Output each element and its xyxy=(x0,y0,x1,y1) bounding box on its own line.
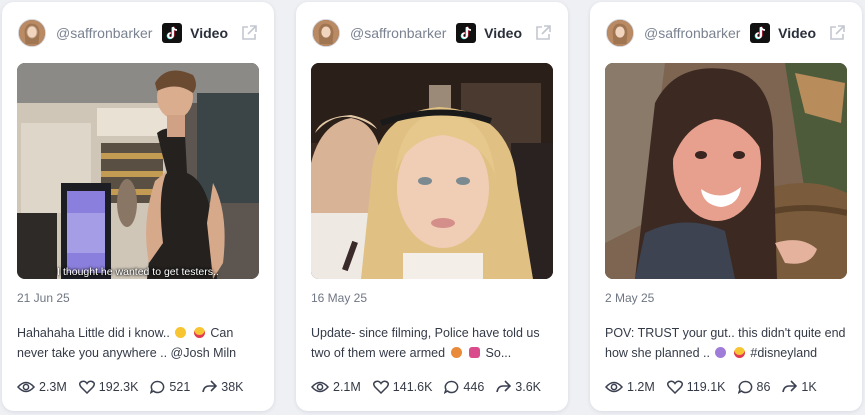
platform-label: Video xyxy=(190,25,228,41)
external-link-icon[interactable] xyxy=(240,24,258,42)
external-link-icon[interactable] xyxy=(828,24,846,42)
card-header: @saffronbarker Video xyxy=(606,18,846,48)
external-link-icon[interactable] xyxy=(534,24,552,42)
screaming-face-emoji xyxy=(715,347,727,358)
views-stat: 1.2M xyxy=(605,380,655,394)
views-count: 2.1M xyxy=(333,380,361,394)
author-handle[interactable]: @saffronbarker xyxy=(644,25,750,41)
platform-label: Video xyxy=(778,25,816,41)
avatar[interactable] xyxy=(312,19,340,47)
avatar[interactable] xyxy=(18,19,46,47)
platform-label: Video xyxy=(484,25,522,41)
post-date: 21 Jun 25 xyxy=(17,291,70,305)
likes-stat: 192.3K xyxy=(78,380,139,394)
post-card[interactable]: @saffronbarker Video xyxy=(296,2,568,411)
share-icon xyxy=(496,380,512,393)
comments-count: 446 xyxy=(463,380,485,394)
stats-row: 2.3M 192.3K 521 38K xyxy=(17,377,264,397)
tiktok-icon xyxy=(162,23,183,43)
likes-count: 192.3K xyxy=(98,380,139,394)
post-text-part: #disneyland xyxy=(750,346,818,360)
heart-icon xyxy=(372,380,389,394)
comments-count: 86 xyxy=(756,380,771,394)
comments-stat: 446 xyxy=(444,380,484,394)
comments-stat: 521 xyxy=(150,380,190,394)
heart-icon xyxy=(78,380,95,394)
tiktok-icon xyxy=(456,23,477,43)
likes-stat: 119.1K xyxy=(666,380,726,394)
tiktok-icon xyxy=(750,23,771,43)
post-text-part: So... xyxy=(485,346,512,360)
likes-count: 141.6K xyxy=(392,380,433,394)
views-stat: 2.3M xyxy=(17,380,67,394)
avatar[interactable] xyxy=(606,19,634,47)
views-count: 2.3M xyxy=(39,380,67,394)
share-icon xyxy=(202,380,218,393)
shares-stat: 1K xyxy=(782,380,817,394)
eye-icon xyxy=(17,381,35,393)
card-header: @saffronbarker Video xyxy=(18,18,258,48)
stats-row: 2.1M 141.6K 446 3.6K xyxy=(311,377,558,397)
post-text: POV: TRUST your gut.. this didn't quite … xyxy=(605,323,848,363)
video-caption-overlay: I thought he wanted to get testers.. xyxy=(57,266,219,278)
views-stat: 2.1M xyxy=(311,380,361,394)
comment-icon xyxy=(737,380,752,394)
likes-count: 119.1K xyxy=(686,380,726,394)
shares-count: 3.6K xyxy=(515,380,541,394)
shares-stat: 38K xyxy=(202,380,244,394)
video-thumbnail[interactable] xyxy=(605,63,847,279)
post-card[interactable]: @saffronbarker Video xyxy=(2,2,274,411)
video-thumbnail[interactable]: I thought he wanted to get testers.. xyxy=(17,63,259,279)
eye-icon xyxy=(311,381,329,393)
card-header: @saffronbarker Video xyxy=(312,18,552,48)
laughing-face-emoji xyxy=(733,347,745,358)
kissing-face-emoji xyxy=(175,327,187,338)
angry-face-emoji xyxy=(450,347,462,358)
laughing-face-emoji xyxy=(193,327,205,338)
likes-stat: 141.6K xyxy=(372,380,433,394)
eye-icon xyxy=(605,381,623,393)
author-handle[interactable]: @saffronbarker xyxy=(350,25,456,41)
post-text-part: Hahahaha Little did i know.. xyxy=(17,326,170,340)
post-card[interactable]: @saffronbarker Video xyxy=(590,2,862,411)
share-icon xyxy=(782,380,798,393)
post-grid: @saffronbarker Video I thought he wanted… xyxy=(0,0,865,415)
video-thumbnail[interactable] xyxy=(311,63,553,279)
shares-count: 1K xyxy=(801,380,817,394)
broken-heart-emoji xyxy=(469,347,481,358)
heart-icon xyxy=(666,380,683,394)
post-date: 2 May 25 xyxy=(605,291,655,305)
post-text: Hahahaha Little did i know.. Can never t… xyxy=(17,323,260,363)
shares-stat: 3.6K xyxy=(496,380,541,394)
comments-count: 521 xyxy=(169,380,191,394)
comments-stat: 86 xyxy=(737,380,771,394)
comment-icon xyxy=(150,380,165,394)
post-text: Update- since filming, Police have told … xyxy=(311,323,554,363)
post-date: 16 May 25 xyxy=(311,291,368,305)
comment-icon xyxy=(444,380,459,394)
shares-count: 38K xyxy=(221,380,244,394)
stats-row: 1.2M 119.1K 86 1K xyxy=(605,377,852,397)
views-count: 1.2M xyxy=(627,380,655,394)
author-handle[interactable]: @saffronbarker xyxy=(56,25,162,41)
